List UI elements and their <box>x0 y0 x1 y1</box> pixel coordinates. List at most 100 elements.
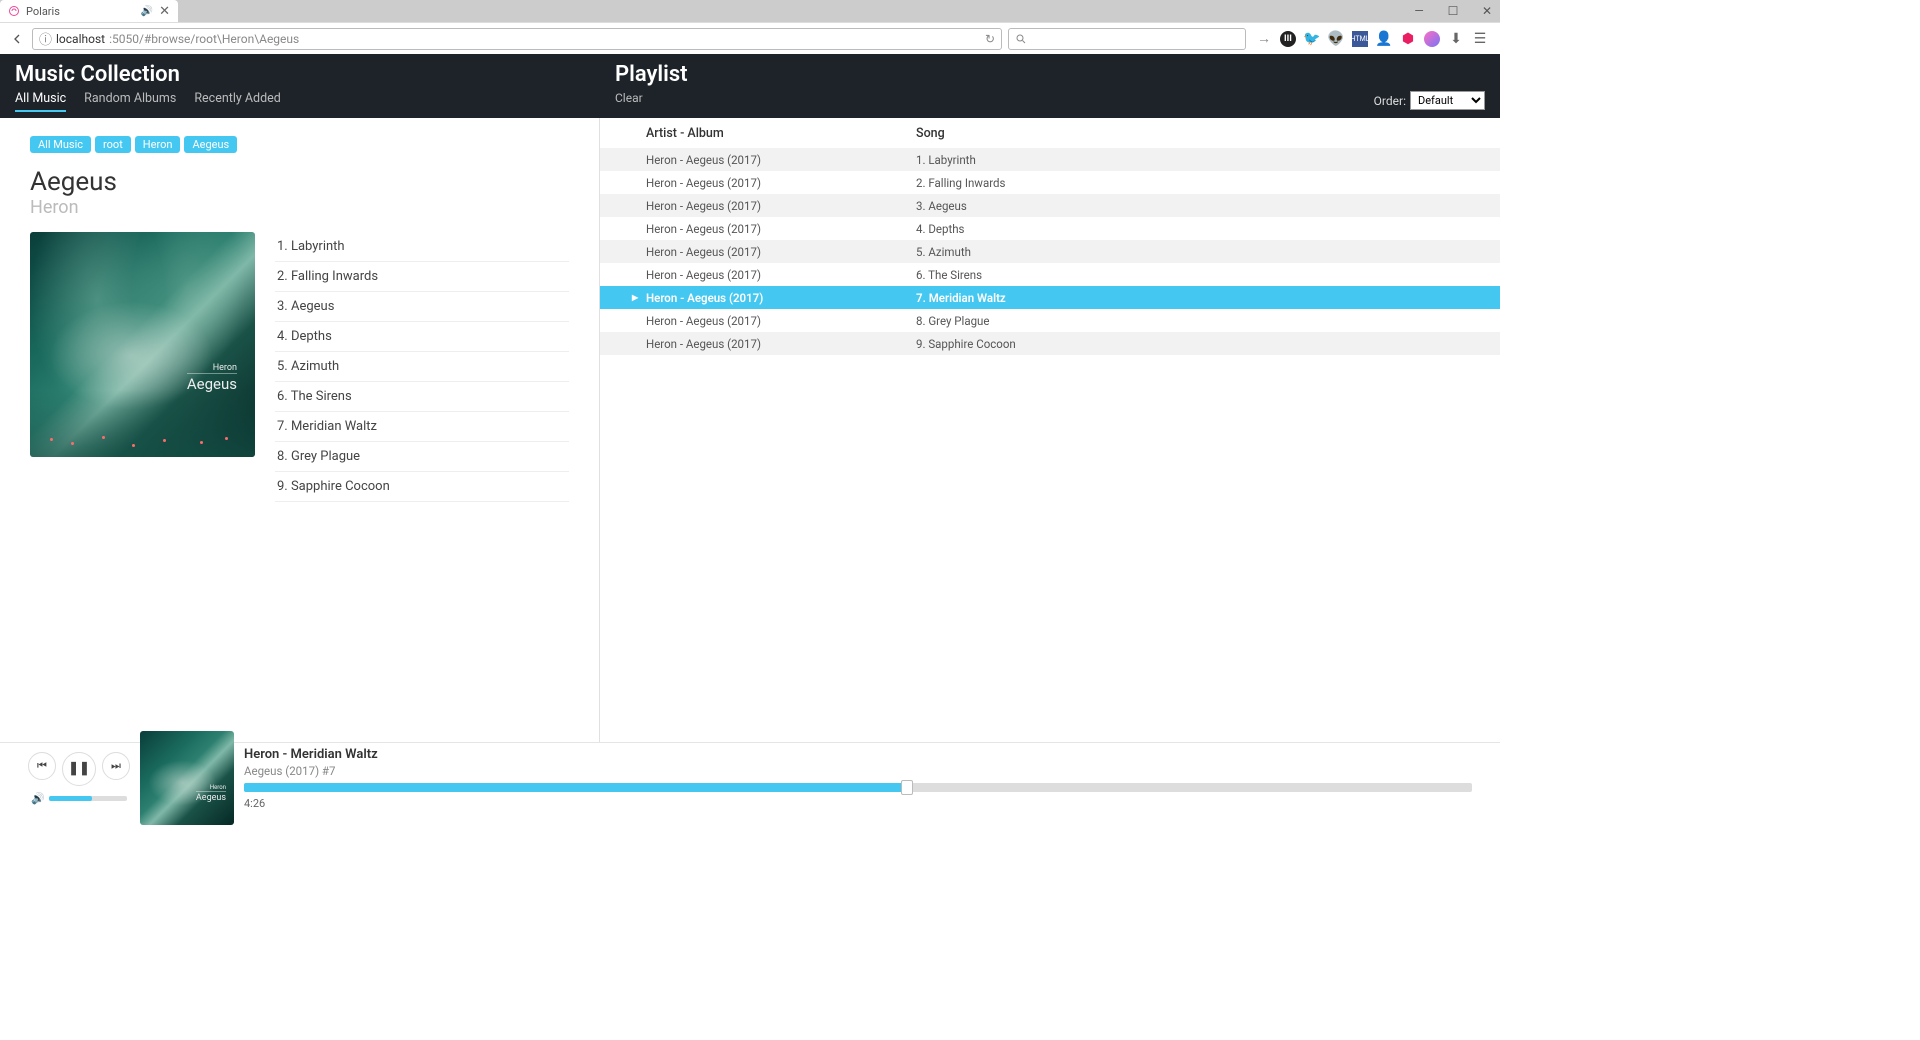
playlist-row-artist: Heron - Aegeus (2017) <box>646 291 916 305</box>
volume-icon[interactable]: 🔊 <box>31 792 45 805</box>
tab-close-icon[interactable]: ✕ <box>159 4 170 19</box>
playlist-header-row: Artist - Album Song <box>600 118 1500 148</box>
maximize-icon[interactable]: ☐ <box>1446 4 1460 18</box>
close-window-icon[interactable]: ✕ <box>1480 4 1494 18</box>
tab-title: Polaris <box>26 5 60 18</box>
playlist-row-artist: Heron - Aegeus (2017) <box>646 222 916 236</box>
transport: ⏮ ❚❚ ⏭ 🔊 <box>28 752 130 805</box>
playlist-row[interactable]: Heron - Aegeus (2017)9. Sapphire Cocoon <box>600 332 1500 355</box>
browser-tab[interactable]: Polaris 🔊 ✕ <box>0 0 178 22</box>
track-item[interactable]: 7. Meridian Waltz <box>275 412 569 442</box>
crumb-aegeus[interactable]: Aegeus <box>184 136 237 153</box>
ext-dark-icon[interactable]: III <box>1280 31 1296 47</box>
album-track-list: 1. Labyrinth2. Falling Inwards3. Aegeus4… <box>275 232 569 502</box>
back-button[interactable] <box>8 30 26 48</box>
playlist-row-artist: Heron - Aegeus (2017) <box>646 199 916 213</box>
playlist-panel: Artist - Album Song Heron - Aegeus (2017… <box>600 118 1500 742</box>
playlist-row-artist: Heron - Aegeus (2017) <box>646 337 916 351</box>
ext-person-icon[interactable]: 👤 <box>1376 31 1392 47</box>
playlist-row[interactable]: Heron - Aegeus (2017)5. Azimuth <box>600 240 1500 263</box>
playlist-row[interactable]: Heron - Aegeus (2017)7. Meridian Waltz <box>600 286 1500 309</box>
crumb-root[interactable]: root <box>95 136 131 153</box>
playlist-row-artist: Heron - Aegeus (2017) <box>646 268 916 282</box>
nav-recently-added[interactable]: Recently Added <box>194 91 280 112</box>
twitter-icon[interactable]: 🐦 <box>1304 31 1320 47</box>
playlist-col-song: Song <box>916 126 945 141</box>
volume-control[interactable]: 🔊 <box>31 792 127 805</box>
ext-gradient-icon[interactable] <box>1424 31 1440 47</box>
arrow-right-icon[interactable]: → <box>1256 31 1272 47</box>
ext-red-icon[interactable]: ⬢ <box>1400 31 1416 47</box>
track-item[interactable]: 2. Falling Inwards <box>275 262 569 292</box>
playlist-row-song: 7. Meridian Waltz <box>916 291 1006 305</box>
playlist-row[interactable]: Heron - Aegeus (2017)3. Aegeus <box>600 194 1500 217</box>
prev-button[interactable]: ⏮ <box>28 752 56 780</box>
menu-icon[interactable]: ☰ <box>1472 31 1488 47</box>
playlist-row-song: 3. Aegeus <box>916 199 967 213</box>
nav-random-albums[interactable]: Random Albums <box>84 91 176 112</box>
track-item[interactable]: 6. The Sirens <box>275 382 569 412</box>
now-playing-info: Heron - Meridian Waltz Aegeus (2017) #7 … <box>244 747 1472 810</box>
track-item[interactable]: 3. Aegeus <box>275 292 569 322</box>
cover-text: Heron Aegeus <box>187 363 237 393</box>
playlist-row-song: 9. Sapphire Cocoon <box>916 337 1016 351</box>
url-input[interactable]: ⓘ localhost :5050/#browse/root\Heron\Aege… <box>32 28 1002 50</box>
playlist-col-artist: Artist - Album <box>646 126 916 141</box>
playlist-row-song: 6. The Sirens <box>916 268 982 282</box>
now-playing-cover[interactable]: Heron Aegeus <box>140 731 234 825</box>
breadcrumbs: All Music root Heron Aegeus <box>30 136 569 153</box>
track-item[interactable]: 4. Depths <box>275 322 569 352</box>
playlist-row[interactable]: Heron - Aegeus (2017)8. Grey Plague <box>600 309 1500 332</box>
album-cover[interactable]: Heron Aegeus <box>30 232 255 457</box>
next-button[interactable]: ⏭ <box>102 752 130 780</box>
now-playing-time: 4:26 <box>244 797 1472 810</box>
track-item[interactable]: 9. Sapphire Cocoon <box>275 472 569 502</box>
download-icon[interactable]: ⬇ <box>1448 31 1464 47</box>
browser-chrome: Polaris 🔊 ✕ — ☐ ✕ ⓘ localhost :5050/#brow… <box>0 0 1500 54</box>
playlist-row-song: 2. Falling Inwards <box>916 176 1005 190</box>
playlist-row-artist: Heron - Aegeus (2017) <box>646 314 916 328</box>
ext-blue-icon[interactable]: HTML <box>1352 31 1368 47</box>
audio-icon[interactable]: 🔊 <box>141 6 153 17</box>
playlist-row[interactable]: Heron - Aegeus (2017)1. Labyrinth <box>600 148 1500 171</box>
playlist-row[interactable]: Heron - Aegeus (2017)6. The Sirens <box>600 263 1500 286</box>
playlist-row-artist: Heron - Aegeus (2017) <box>646 245 916 259</box>
nav-all-music[interactable]: All Music <box>15 91 66 112</box>
order-control: Order: Default <box>1374 91 1485 110</box>
collection-title: Music Collection <box>15 62 585 87</box>
browse-panel: All Music root Heron Aegeus Aegeus Heron… <box>0 118 600 742</box>
reload-icon[interactable]: ↻ <box>985 32 995 46</box>
progress-bar[interactable] <box>244 783 1472 792</box>
info-icon[interactable]: ⓘ <box>39 29 52 48</box>
track-item[interactable]: 8. Grey Plague <box>275 442 569 472</box>
track-item[interactable]: 5. Azimuth <box>275 352 569 382</box>
playlist-row-artist: Heron - Aegeus (2017) <box>646 176 916 190</box>
browser-search[interactable] <box>1008 28 1246 50</box>
reddit-icon[interactable]: 👽 <box>1328 31 1344 47</box>
extension-icons: → III 🐦 👽 HTML 👤 ⬢ ⬇ ☰ <box>1252 31 1492 47</box>
album-artist: Heron <box>30 197 569 218</box>
clear-playlist[interactable]: Clear <box>615 91 643 105</box>
favicon-icon <box>8 5 20 17</box>
now-playing-title: Heron - Meridian Waltz <box>244 747 1472 762</box>
address-bar: ⓘ localhost :5050/#browse/root\Heron\Aege… <box>0 22 1500 54</box>
progress-thumb[interactable] <box>901 780 913 795</box>
crumb-heron[interactable]: Heron <box>135 136 181 153</box>
url-host: localhost <box>56 32 105 46</box>
crumb-all-music[interactable]: All Music <box>30 136 91 153</box>
album-title: Aegeus <box>30 167 569 197</box>
url-path: :5050/#browse/root\Heron\Aegeus <box>109 32 299 46</box>
now-playing-subtitle: Aegeus (2017) #7 <box>244 764 1472 778</box>
track-item[interactable]: 1. Labyrinth <box>275 232 569 262</box>
minimize-icon[interactable]: — <box>1412 4 1426 18</box>
playlist-row-song: 4. Depths <box>916 222 964 236</box>
playlist-row-song: 8. Grey Plague <box>916 314 990 328</box>
playlist-row[interactable]: Heron - Aegeus (2017)2. Falling Inwards <box>600 171 1500 194</box>
order-select[interactable]: Default <box>1410 91 1485 110</box>
pause-button[interactable]: ❚❚ <box>62 752 96 786</box>
playlist-row[interactable]: Heron - Aegeus (2017)4. Depths <box>600 217 1500 240</box>
main-split: All Music root Heron Aegeus Aegeus Heron… <box>0 118 1500 742</box>
search-icon <box>1015 33 1027 45</box>
playlist-title: Playlist <box>615 62 1485 87</box>
window-controls: — ☐ ✕ <box>1412 4 1494 18</box>
